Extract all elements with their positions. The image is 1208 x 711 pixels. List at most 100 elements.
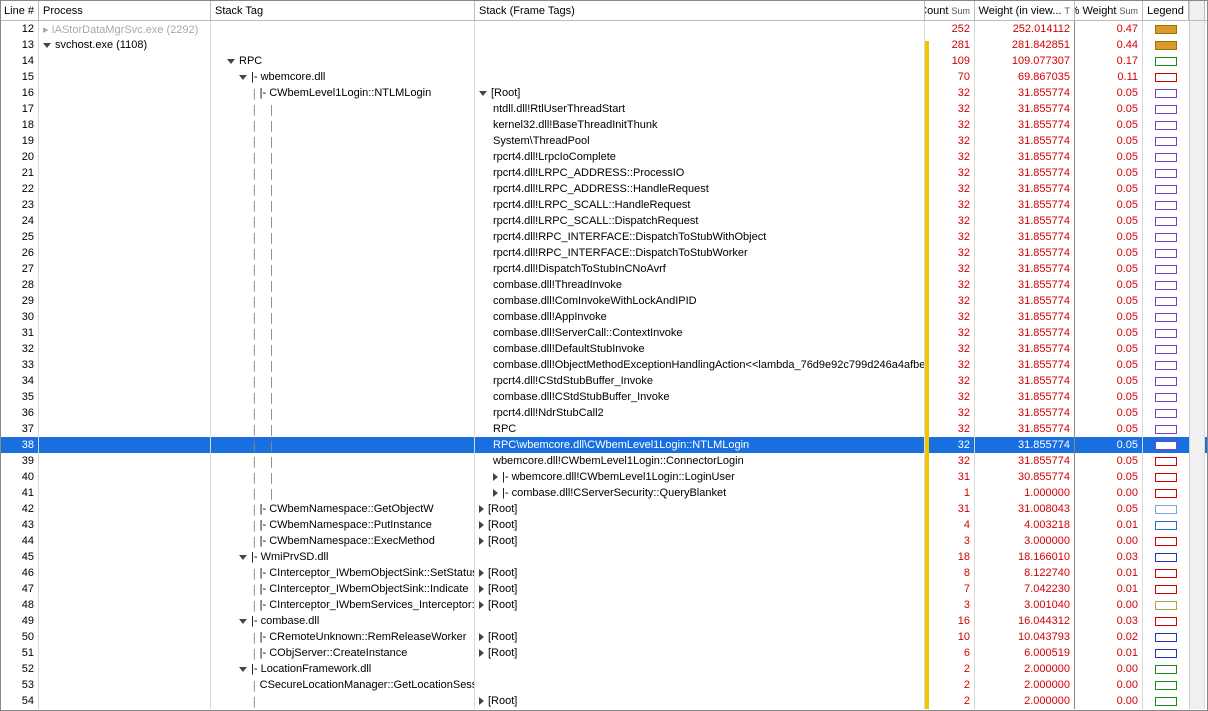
table-row[interactable]: 19| |System\ThreadPool3231.8557740.05 bbox=[1, 133, 1207, 149]
scrollbar-gutter[interactable] bbox=[1189, 101, 1205, 117]
table-row[interactable]: 17| |ntdll.dll!RtlUserThreadStart3231.85… bbox=[1, 101, 1207, 117]
table-row[interactable]: 28| |combase.dll!ThreadInvoke3231.855774… bbox=[1, 277, 1207, 293]
table-row[interactable]: 12▸ IAStorDataMgrSvc.exe (2292)252252.01… bbox=[1, 21, 1207, 37]
table-row[interactable]: 20| |rpcrt4.dll!LrpcIoComplete3231.85577… bbox=[1, 149, 1207, 165]
table-row[interactable]: 34| |rpcrt4.dll!CStdStubBuffer_Invoke323… bbox=[1, 373, 1207, 389]
scrollbar-gutter[interactable] bbox=[1189, 197, 1205, 213]
table-row[interactable]: 32| |combase.dll!DefaultStubInvoke3231.8… bbox=[1, 341, 1207, 357]
scrollbar-gutter[interactable] bbox=[1189, 229, 1205, 245]
scrollbar-gutter[interactable] bbox=[1189, 517, 1205, 533]
header-line[interactable]: Line # bbox=[1, 1, 39, 20]
scrollbar-gutter[interactable] bbox=[1189, 213, 1205, 229]
table-row[interactable]: 29| |combase.dll!ComInvokeWithLockAndIPI… bbox=[1, 293, 1207, 309]
table-row[interactable]: 49|- combase.dll1616.0443120.03 bbox=[1, 613, 1207, 629]
header-stack[interactable]: Stack (Frame Tags) bbox=[475, 1, 925, 20]
scrollbar-gutter[interactable] bbox=[1189, 21, 1205, 37]
scrollbar-gutter[interactable] bbox=[1189, 309, 1205, 325]
scrollbar-gutter[interactable] bbox=[1189, 245, 1205, 261]
table-row[interactable]: 31| |combase.dll!ServerCall::ContextInvo… bbox=[1, 325, 1207, 341]
expand-toggle-icon[interactable] bbox=[479, 601, 484, 609]
expand-toggle-icon[interactable] bbox=[479, 569, 484, 577]
expand-toggle-icon[interactable] bbox=[493, 473, 498, 481]
expand-toggle-icon[interactable] bbox=[479, 91, 487, 96]
scrollbar-gutter[interactable] bbox=[1189, 341, 1205, 357]
scrollbar-gutter[interactable] bbox=[1189, 37, 1205, 53]
table-row[interactable]: 16| |- CWbemLevel1Login::NTLMLogin[Root]… bbox=[1, 85, 1207, 101]
scrollbar-gutter[interactable] bbox=[1189, 533, 1205, 549]
table-row[interactable]: 23| |rpcrt4.dll!LRPC_SCALL::HandleReques… bbox=[1, 197, 1207, 213]
scrollbar-gutter[interactable] bbox=[1189, 693, 1205, 709]
scrollbar-gutter[interactable] bbox=[1189, 629, 1205, 645]
header-weight[interactable]: Weight (in view...T bbox=[975, 1, 1075, 20]
table-row[interactable]: 51| |- CObjServer::CreateInstance[Root]6… bbox=[1, 645, 1207, 661]
scrollbar-gutter[interactable] bbox=[1189, 133, 1205, 149]
table-row[interactable]: 46| |- CInterceptor_IWbemObjectSink::Set… bbox=[1, 565, 1207, 581]
scrollbar-gutter[interactable] bbox=[1189, 325, 1205, 341]
scrollbar-gutter[interactable] bbox=[1189, 597, 1205, 613]
expand-toggle-icon[interactable] bbox=[479, 537, 484, 545]
scrollbar-gutter[interactable] bbox=[1189, 181, 1205, 197]
header-stacktag[interactable]: Stack Tag bbox=[211, 1, 475, 20]
table-row[interactable]: 15|- wbemcore.dll7069.8670350.11 bbox=[1, 69, 1207, 85]
table-row[interactable]: 41| ||- combase.dll!CServerSecurity::Que… bbox=[1, 485, 1207, 501]
expand-toggle-icon[interactable] bbox=[479, 505, 484, 513]
header-count[interactable]: CountSum bbox=[925, 1, 975, 20]
scrollbar-gutter[interactable] bbox=[1189, 469, 1205, 485]
scrollbar-gutter[interactable] bbox=[1189, 501, 1205, 517]
scrollbar-gutter[interactable] bbox=[1189, 165, 1205, 181]
scrollbar-gutter[interactable] bbox=[1189, 261, 1205, 277]
scrollbar-gutter[interactable] bbox=[1189, 293, 1205, 309]
table-row[interactable]: 38| |RPC\wbemcore.dll\CWbemLevel1Login::… bbox=[1, 437, 1207, 453]
expand-toggle-icon[interactable] bbox=[227, 59, 235, 64]
table-row[interactable]: 43| |- CWbemNamespace::PutInstance[Root]… bbox=[1, 517, 1207, 533]
table-row[interactable]: 39| |wbemcore.dll!CWbemLevel1Login::Conn… bbox=[1, 453, 1207, 469]
scrollbar-gutter[interactable] bbox=[1189, 357, 1205, 373]
scrollbar-track[interactable] bbox=[1189, 1, 1205, 20]
scrollbar-gutter[interactable] bbox=[1189, 85, 1205, 101]
scrollbar-gutter[interactable] bbox=[1189, 389, 1205, 405]
expand-toggle-icon[interactable] bbox=[239, 619, 247, 624]
table-row[interactable]: 22| |rpcrt4.dll!LRPC_ADDRESS::HandleRequ… bbox=[1, 181, 1207, 197]
table-row[interactable]: 42| |- CWbemNamespace::GetObjectW[Root]3… bbox=[1, 501, 1207, 517]
scrollbar-gutter[interactable] bbox=[1189, 53, 1205, 69]
scrollbar-gutter[interactable] bbox=[1189, 613, 1205, 629]
scrollbar-gutter[interactable] bbox=[1189, 453, 1205, 469]
table-row[interactable]: 14RPC109109.0773070.17 bbox=[1, 53, 1207, 69]
table-row[interactable]: 50| |- CRemoteUnknown::RemReleaseWorker[… bbox=[1, 629, 1207, 645]
scrollbar-gutter[interactable] bbox=[1189, 437, 1205, 453]
table-row[interactable]: 53| CSecureLocationManager::GetLocationS… bbox=[1, 677, 1207, 693]
table-row[interactable]: 45|- WmiPrvSD.dll1818.1660100.03 bbox=[1, 549, 1207, 565]
expand-toggle-icon[interactable] bbox=[479, 521, 484, 529]
expand-toggle-icon[interactable] bbox=[479, 585, 484, 593]
table-row[interactable]: 36| |rpcrt4.dll!NdrStubCall23231.8557740… bbox=[1, 405, 1207, 421]
header-legend[interactable]: Legend bbox=[1143, 1, 1189, 20]
table-row[interactable]: 26| |rpcrt4.dll!RPC_INTERFACE::DispatchT… bbox=[1, 245, 1207, 261]
expand-toggle-icon[interactable] bbox=[493, 489, 498, 497]
table-row[interactable]: 37| |RPC3231.8557740.05 bbox=[1, 421, 1207, 437]
table-row[interactable]: 35| |combase.dll!CStdStubBuffer_Invoke32… bbox=[1, 389, 1207, 405]
expand-toggle-icon[interactable] bbox=[43, 43, 51, 48]
table-row[interactable]: 52|- LocationFramework.dll22.0000000.00 bbox=[1, 661, 1207, 677]
table-row[interactable]: 13svchost.exe (1108)281281.8428510.44 bbox=[1, 37, 1207, 53]
scrollbar-gutter[interactable] bbox=[1189, 117, 1205, 133]
expand-toggle-icon[interactable] bbox=[479, 633, 484, 641]
header-process[interactable]: Process bbox=[39, 1, 211, 20]
scrollbar-gutter[interactable] bbox=[1189, 677, 1205, 693]
expand-toggle-icon[interactable] bbox=[239, 667, 247, 672]
table-row[interactable]: 54| [Root]22.0000000.00 bbox=[1, 693, 1207, 709]
table-row[interactable]: 27| |rpcrt4.dll!DispatchToStubInCNoAvrf3… bbox=[1, 261, 1207, 277]
expand-toggle-icon[interactable] bbox=[239, 555, 247, 560]
expand-toggle-icon[interactable] bbox=[479, 649, 484, 657]
scrollbar-gutter[interactable] bbox=[1189, 69, 1205, 85]
table-row[interactable]: 44| |- CWbemNamespace::ExecMethod[Root]3… bbox=[1, 533, 1207, 549]
scrollbar-gutter[interactable] bbox=[1189, 565, 1205, 581]
scrollbar-gutter[interactable] bbox=[1189, 581, 1205, 597]
table-row[interactable]: 30| |combase.dll!AppInvoke3231.8557740.0… bbox=[1, 309, 1207, 325]
table-row[interactable]: 47| |- CInterceptor_IWbemObjectSink::Ind… bbox=[1, 581, 1207, 597]
scrollbar-gutter[interactable] bbox=[1189, 405, 1205, 421]
table-row[interactable]: 40| ||- wbemcore.dll!CWbemLevel1Login::L… bbox=[1, 469, 1207, 485]
scrollbar-gutter[interactable] bbox=[1189, 485, 1205, 501]
table-row[interactable]: 21| |rpcrt4.dll!LRPC_ADDRESS::ProcessIO3… bbox=[1, 165, 1207, 181]
header-pct[interactable]: % WeightSum bbox=[1075, 1, 1143, 20]
expand-toggle-icon[interactable] bbox=[479, 697, 484, 705]
